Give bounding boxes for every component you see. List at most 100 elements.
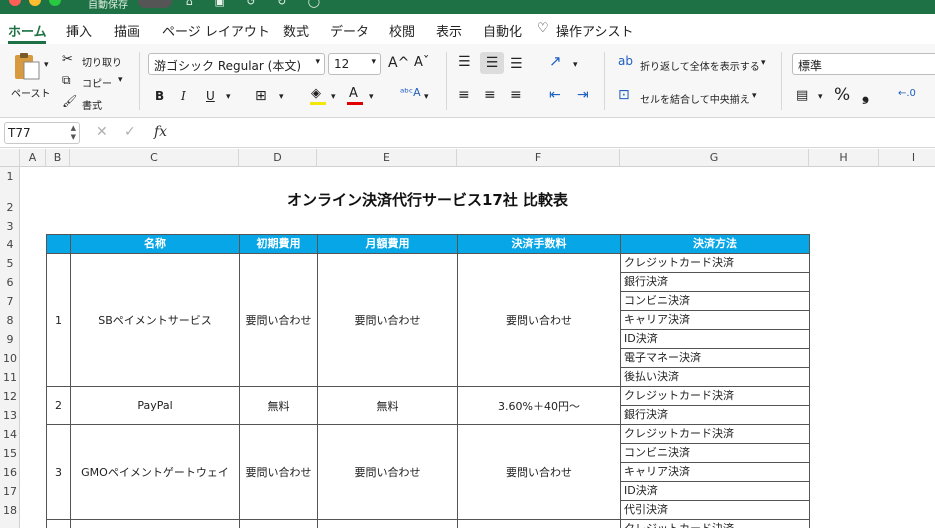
bold-button[interactable]: B <box>155 89 164 103</box>
row-header[interactable]: 7 <box>0 295 20 308</box>
font-color-dropdown-icon[interactable]: ▾ <box>369 92 374 102</box>
column-header[interactable]: E <box>317 149 457 167</box>
tab-review[interactable]: 校閲 <box>389 21 415 40</box>
table-cell-no[interactable]: 2 <box>46 386 71 425</box>
tab-view[interactable]: 表示 <box>436 21 462 40</box>
row-header[interactable]: 14 <box>0 428 20 441</box>
table-cell-initial-fee[interactable]: 要問い合わせ <box>239 253 318 387</box>
insert-function-button[interactable]: fx <box>154 124 167 140</box>
underline-button[interactable]: U <box>206 89 215 103</box>
name-box[interactable]: T77 ▲ ▼ <box>4 122 80 144</box>
header-cell-payment-methods[interactable]: 決済方法 <box>620 234 810 254</box>
row-header[interactable]: 6 <box>0 276 20 289</box>
table-cell-transaction-fee[interactable]: 要問い合わせ <box>457 424 621 520</box>
paste-dropdown-icon[interactable]: ▾ <box>44 60 49 70</box>
underline-dropdown-icon[interactable]: ▾ <box>226 92 231 102</box>
border-dropdown-icon[interactable]: ▾ <box>279 92 284 102</box>
cancel-formula-icon[interactable]: ✕ <box>96 124 108 140</box>
select-all-corner[interactable] <box>0 149 20 167</box>
table-cell-monthly-fee[interactable]: 要問い合わせ <box>317 424 458 520</box>
fill-dropdown-icon[interactable]: ▾ <box>331 92 336 102</box>
quick-access-icons[interactable]: ⌂ ▣ ↺ ↻ ◯ <box>186 0 329 8</box>
enter-formula-icon[interactable]: ✓ <box>124 124 136 140</box>
row-header[interactable]: 16 <box>0 466 20 479</box>
row-header[interactable]: 11 <box>0 371 20 384</box>
number-format-select[interactable]: 標準 <box>792 53 935 75</box>
table-cell-payment-method[interactable]: コンビニ決済 <box>620 443 810 463</box>
column-header[interactable]: F <box>457 149 620 167</box>
table-cell-name[interactable]: SBペイメントサービス <box>70 253 240 387</box>
border-icon[interactable]: ⊞ <box>255 88 267 104</box>
table-cell-transaction-fee[interactable] <box>457 519 621 528</box>
row-header[interactable]: 10 <box>0 352 20 365</box>
row-header[interactable]: 15 <box>0 447 20 460</box>
autosave-toggle[interactable] <box>138 0 172 8</box>
currency-icon[interactable]: ▤ <box>796 88 808 103</box>
header-cell-initial-fee[interactable]: 初期費用 <box>239 234 318 254</box>
tab-formulas[interactable]: 数式 <box>283 21 309 40</box>
table-cell-payment-method[interactable]: クレジットカード決済 <box>620 519 810 528</box>
tab-insert[interactable]: 挿入 <box>66 21 92 40</box>
orientation-dropdown-icon[interactable]: ▾ <box>573 60 578 70</box>
row-header[interactable]: 17 <box>0 485 20 498</box>
worksheet-grid[interactable]: オンライン決済代行サービス17社 比較表 名称 初期費用 月額費用 決済手数料 … <box>20 167 935 528</box>
zoom-window-icon[interactable] <box>49 0 61 6</box>
merge-center-button[interactable]: セルを結合して中央揃え <box>640 91 750 106</box>
font-size-select[interactable]: 12 ▾ <box>328 53 381 75</box>
row-header[interactable]: 12 <box>0 390 20 403</box>
table-cell-name[interactable]: GMOペイメントゲートウェイ <box>70 424 240 520</box>
minimize-window-icon[interactable] <box>29 0 41 6</box>
row-header[interactable]: 9 <box>0 333 20 346</box>
table-cell-no[interactable]: 3 <box>46 424 71 520</box>
italic-button[interactable]: I <box>181 89 186 103</box>
percent-button[interactable]: % <box>834 85 850 105</box>
column-header[interactable]: B <box>46 149 70 167</box>
table-cell-payment-method[interactable]: ID決済 <box>620 481 810 501</box>
row-header[interactable]: 8 <box>0 314 20 327</box>
header-cell-no[interactable] <box>46 234 71 254</box>
table-cell-payment-method[interactable]: 銀行決済 <box>620 272 810 292</box>
copy-dropdown-icon[interactable]: ▾ <box>118 75 123 85</box>
table-cell-payment-method[interactable]: キャリア決済 <box>620 310 810 330</box>
phonetic-icon[interactable]: ᵃᵇᶜA <box>400 86 421 99</box>
phonetic-dropdown-icon[interactable]: ▾ <box>424 92 429 102</box>
tab-draw[interactable]: 描画 <box>114 21 140 40</box>
header-cell-transaction-fee[interactable]: 決済手数料 <box>457 234 621 254</box>
font-name-select[interactable]: 游ゴシック Regular (本文) ▾ <box>148 53 325 75</box>
column-header[interactable]: G <box>620 149 809 167</box>
table-cell-payment-method[interactable]: 銀行決済 <box>620 405 810 425</box>
table-cell-initial-fee[interactable]: 要問い合わせ <box>239 424 318 520</box>
table-cell-transaction-fee[interactable]: 要問い合わせ <box>457 253 621 387</box>
close-window-icon[interactable] <box>9 0 21 6</box>
cut-button[interactable]: 切り取り <box>82 54 122 69</box>
table-cell-name[interactable] <box>70 519 240 528</box>
align-middle-icon[interactable]: ☰ <box>480 52 504 74</box>
table-cell-payment-method[interactable]: クレジットカード決済 <box>620 386 810 406</box>
column-header[interactable]: I <box>879 149 935 167</box>
column-header[interactable]: A <box>20 149 46 167</box>
table-cell-initial-fee[interactable] <box>239 519 318 528</box>
tab-data[interactable]: データ <box>330 21 369 40</box>
merge-dropdown-icon[interactable]: ▾ <box>752 91 757 101</box>
align-left-icon[interactable]: ≡ <box>458 87 470 103</box>
column-header[interactable]: H <box>809 149 879 167</box>
tab-automate[interactable]: 自動化 <box>483 21 522 40</box>
align-top-icon[interactable]: ☰ <box>458 54 471 70</box>
table-cell-payment-method[interactable]: キャリア決済 <box>620 462 810 482</box>
shrink-font-button[interactable]: Aˇ <box>414 55 429 70</box>
comma-button[interactable]: ❟ <box>862 84 869 105</box>
currency-dropdown-icon[interactable]: ▾ <box>818 92 823 102</box>
table-cell-payment-method[interactable]: コンビニ決済 <box>620 291 810 311</box>
table-cell-payment-method[interactable]: ID決済 <box>620 329 810 349</box>
table-cell-no[interactable]: 1 <box>46 253 71 387</box>
header-cell-monthly-fee[interactable]: 月額費用 <box>317 234 458 254</box>
column-header[interactable]: D <box>239 149 317 167</box>
table-cell-monthly-fee[interactable]: 無料 <box>317 386 458 425</box>
table-cell-no[interactable] <box>46 519 71 528</box>
table-cell-monthly-fee[interactable]: 要問い合わせ <box>317 253 458 387</box>
grow-font-button[interactable]: A^ <box>388 55 409 71</box>
table-cell-transaction-fee[interactable]: 3.60%＋40円〜 <box>457 386 621 425</box>
table-cell-name[interactable]: PayPal <box>70 386 240 425</box>
wrap-text-button[interactable]: 折り返して全体を表示する <box>640 58 760 73</box>
table-cell-initial-fee[interactable]: 無料 <box>239 386 318 425</box>
